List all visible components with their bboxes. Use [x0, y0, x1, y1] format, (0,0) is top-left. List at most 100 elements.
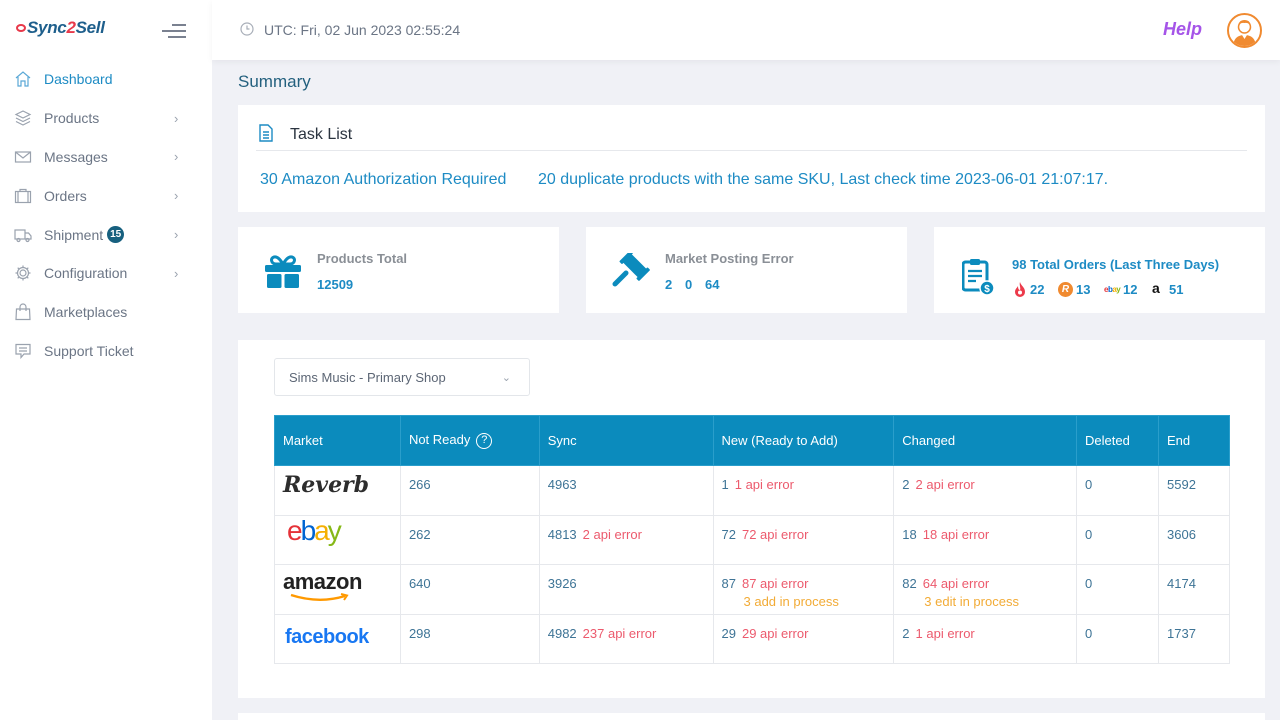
sidebar-item-shipment[interactable]: Shipment 15 › — [0, 215, 212, 254]
changed-api-error[interactable]: 2 api error — [916, 477, 975, 492]
help-icon[interactable]: ? — [476, 433, 493, 449]
gear-icon — [14, 264, 32, 282]
col-changed: Changed — [893, 415, 1078, 466]
not-ready-value[interactable]: 262 — [409, 527, 431, 542]
sidebar-item-orders[interactable]: Orders › — [0, 176, 212, 215]
col-not-ready: Not Ready? — [399, 415, 540, 466]
table-row-ebay: ebay 262 4813 2 api error 72 72 api error … — [274, 514, 1230, 565]
top-header: UTC: Fri, 02 Jun 2023 02:55:24 Help — [212, 0, 1280, 60]
shop-select[interactable]: Sims Music - Primary Shop ⌄ — [274, 358, 530, 396]
new-value[interactable]: 87 — [722, 576, 736, 591]
shopping-bag-icon — [14, 303, 32, 321]
mail-icon — [14, 148, 32, 166]
end-value[interactable]: 5592 — [1167, 477, 1196, 492]
amazon-logo: amazon — [283, 569, 392, 602]
changed-value[interactable]: 2 — [902, 477, 909, 492]
help-link[interactable]: Help — [1163, 19, 1202, 40]
sidebar-item-configuration[interactable]: Configuration › — [0, 254, 212, 293]
menu-toggle-icon[interactable] — [162, 23, 186, 39]
truck-icon — [14, 226, 32, 244]
chevron-right-icon: › — [174, 149, 179, 165]
chevron-right-icon: › — [174, 110, 179, 126]
briefcase-icon — [14, 187, 32, 205]
sidebar-item-marketplaces[interactable]: Marketplaces — [0, 293, 212, 332]
table-row-facebook: facebook 298 4982 237 api error 29 29 api … — [274, 613, 1230, 664]
page-title: Summary — [238, 72, 311, 91]
task-list-card: Task List 30 Amazon Authorization Requir… — [238, 105, 1265, 212]
posting-error-value-2: 0 — [685, 277, 693, 292]
sync-value[interactable]: 4982 — [548, 626, 577, 641]
col-sync: Sync — [538, 415, 714, 466]
amazon-authorization-task-link[interactable]: 30 Amazon Authorization Required — [260, 171, 506, 189]
products-total-label: Products Total — [317, 251, 408, 266]
sidebar-item-support-ticket[interactable]: Support Ticket — [0, 332, 212, 371]
orders-count-4: 51 — [1169, 282, 1184, 297]
not-ready-value[interactable]: 298 — [409, 626, 431, 641]
total-orders-card[interactable]: $ 98 Total Orders (Last Three Days) 22 R… — [934, 227, 1265, 313]
new-value[interactable]: 1 — [722, 477, 729, 492]
reverb-icon: R — [1058, 282, 1073, 297]
changed-in-process[interactable]: 3 edit in process — [902, 593, 1068, 611]
duplicate-sku-task-link[interactable]: 20 duplicate products with the same SKU,… — [538, 171, 1108, 189]
sync-value[interactable]: 3926 — [548, 576, 577, 591]
listing-status-card: Sims Music - Primary Shop ⌄ Market Not R… — [238, 340, 1265, 698]
svg-text:$: $ — [984, 284, 990, 295]
posting-error-value-1: 2 — [665, 277, 673, 292]
sync2sell-logo[interactable]: Sync2Sell — [16, 18, 105, 38]
chevron-right-icon: › — [174, 265, 179, 281]
deleted-value[interactable]: 0 — [1085, 527, 1092, 542]
new-api-error[interactable]: 87 api error — [742, 576, 808, 591]
changed-value[interactable]: 82 — [902, 576, 916, 591]
end-value[interactable]: 3606 — [1167, 527, 1196, 542]
end-value[interactable]: 4174 — [1167, 576, 1196, 591]
deleted-value[interactable]: 0 — [1085, 477, 1092, 492]
col-end: End — [1158, 415, 1230, 466]
market-posting-error-label: Market Posting Error — [665, 251, 794, 266]
new-api-error[interactable]: 1 api error — [735, 477, 794, 492]
sync-value[interactable]: 4963 — [548, 477, 577, 492]
sidebar-item-dashboard[interactable]: Dashboard — [0, 60, 212, 99]
chevron-right-icon: › — [174, 188, 179, 204]
shipment-count-badge: 15 — [107, 226, 125, 244]
deleted-value[interactable]: 0 — [1085, 576, 1092, 591]
table-row-amazon: amazon 640 3926 87 87 api error 3 add in p… — [274, 564, 1230, 615]
table-header-row: Market Not Ready? Sync New (Ready to Add… — [274, 415, 1230, 466]
ebay-icon: ebay — [1104, 285, 1121, 294]
changed-value[interactable]: 18 — [902, 527, 916, 542]
amazon-icon: a — [1152, 280, 1160, 296]
not-ready-value[interactable]: 266 — [409, 477, 431, 492]
col-market: Market — [274, 415, 401, 466]
sidebar-item-messages[interactable]: Messages › — [0, 138, 212, 177]
new-value[interactable]: 72 — [722, 527, 736, 542]
changed-api-error[interactable]: 1 api error — [916, 626, 975, 641]
user-avatar[interactable] — [1227, 13, 1262, 48]
user-icon — [1233, 20, 1256, 46]
changed-api-error[interactable]: 64 api error — [923, 576, 989, 591]
changed-api-error[interactable]: 18 api error — [923, 527, 989, 542]
sidebar: Sync2Sell Dashboard Products › Messages … — [0, 0, 212, 720]
new-in-process[interactable]: 3 add in process — [722, 593, 886, 611]
market-posting-error-card[interactable]: Market Posting Error 2 0 64 — [586, 227, 907, 313]
sidebar-nav: Dashboard Products › Messages › Orders ›… — [0, 60, 212, 370]
sync-api-error[interactable]: 237 api error — [583, 626, 657, 641]
sync-api-error[interactable]: 2 api error — [583, 527, 642, 542]
sidebar-item-products[interactable]: Products › — [0, 99, 212, 138]
posting-error-value-3: 64 — [705, 277, 720, 292]
col-deleted: Deleted — [1076, 415, 1159, 466]
new-value[interactable]: 29 — [722, 626, 736, 641]
total-orders-label: 98 Total Orders (Last Three Days) — [1012, 257, 1220, 272]
clock-icon — [240, 22, 254, 36]
deleted-value[interactable]: 0 — [1085, 626, 1092, 641]
new-api-error[interactable]: 29 api error — [742, 626, 808, 641]
end-value[interactable]: 1737 — [1167, 626, 1196, 641]
divider — [256, 150, 1247, 151]
orders-count-1: 22 — [1030, 282, 1045, 297]
reverb-flame-icon — [1014, 282, 1026, 302]
not-ready-value[interactable]: 640 — [409, 576, 431, 591]
utc-time: UTC: Fri, 02 Jun 2023 02:55:24 — [264, 22, 461, 38]
document-icon — [259, 124, 273, 147]
products-total-card[interactable]: Products Total 12509 — [238, 227, 559, 313]
new-api-error[interactable]: 72 api error — [742, 527, 808, 542]
sync-value[interactable]: 4813 — [548, 527, 577, 542]
changed-value[interactable]: 2 — [902, 626, 909, 641]
